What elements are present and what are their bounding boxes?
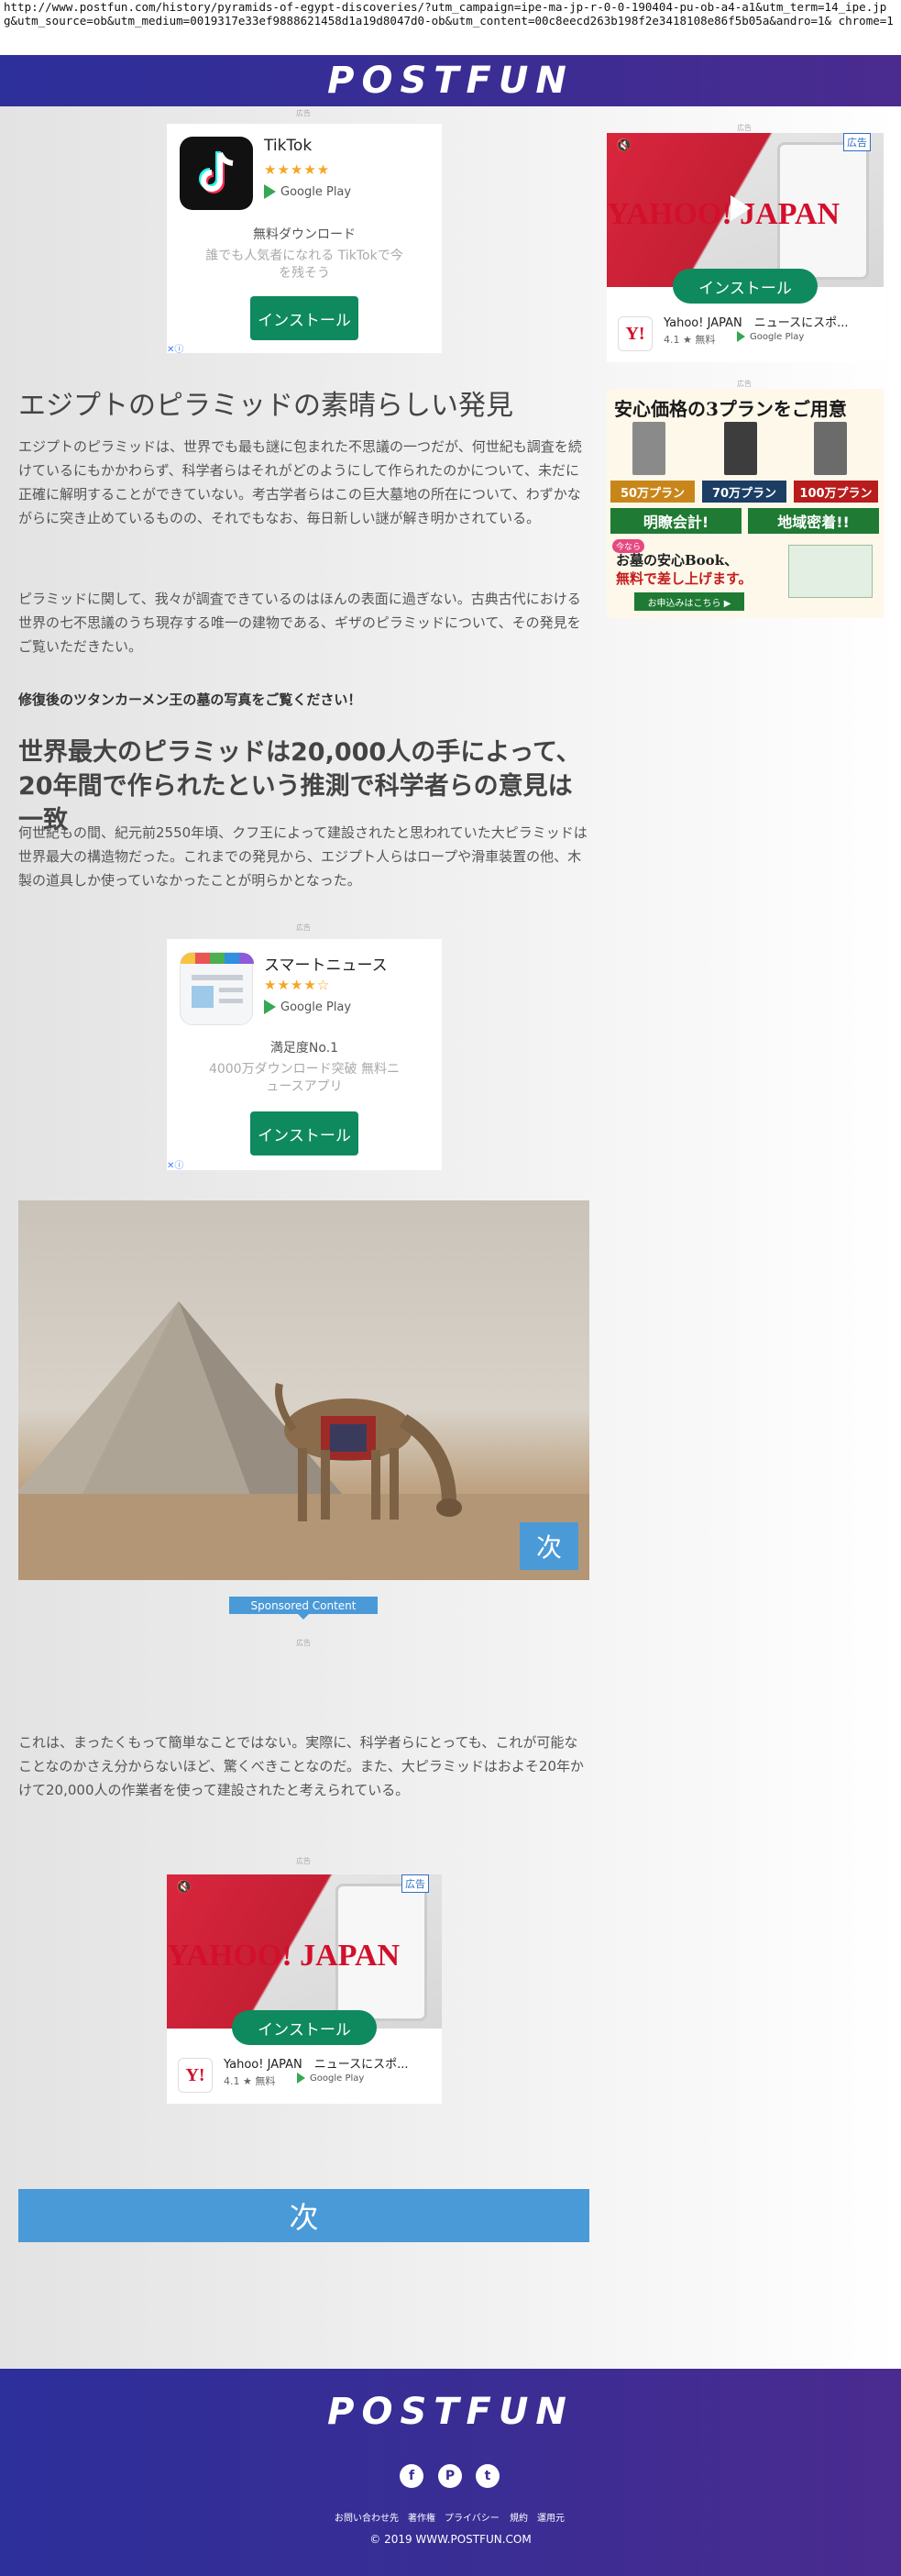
twitter-icon[interactable]: t bbox=[476, 2464, 500, 2488]
ad-copy: お墓の安心Book、 bbox=[616, 552, 739, 569]
yahoo-logo: YAHOO! JAPAN bbox=[167, 1939, 401, 1973]
google-play-label: Google Play bbox=[280, 1000, 352, 1014]
image-block bbox=[192, 986, 214, 1008]
apply-button[interactable]: お申込みはこちら ▶ bbox=[634, 592, 744, 611]
ad-app-name: スマートニュース bbox=[264, 956, 388, 975]
facebook-icon[interactable]: f bbox=[400, 2464, 423, 2488]
tiktok-ad[interactable]: TikTok ★★★★★ Google Play 無料ダウンロード 誰でも人気者… bbox=[167, 124, 442, 353]
ad-copy: 無料で差し上げます。 bbox=[616, 570, 753, 587]
gravestone-image bbox=[814, 422, 847, 475]
rating-stars: ★★★★★ bbox=[264, 161, 331, 178]
site-header: POSTFUN bbox=[0, 55, 901, 106]
video-frame: YAHOO! JAPAN 🔇 広告 bbox=[607, 133, 884, 287]
site-logo[interactable]: POSTFUN bbox=[327, 60, 574, 102]
text-line bbox=[192, 975, 243, 980]
google-play-badge: Google Play bbox=[737, 331, 804, 342]
ad-app-name: Yahoo! JAPAN ニュースにスポ... bbox=[664, 316, 849, 330]
pinterest-icon[interactable]: P bbox=[438, 2464, 462, 2488]
grave-plan-ad[interactable]: 安心価格の3プランをご用意 50万プラン 70万プラン 100万プラン 明瞭会計… bbox=[607, 389, 884, 618]
play-icon[interactable] bbox=[731, 195, 751, 221]
yahoo-video-ad[interactable]: YAHOO! JAPAN 🔇 広告 インストール Y! Yahoo! JAPAN… bbox=[607, 133, 884, 362]
install-button[interactable]: インストール bbox=[673, 269, 818, 304]
mute-icon[interactable]: 🔇 bbox=[176, 1880, 192, 1895]
ad-headline: 安心価格の3プランをご用意 bbox=[614, 398, 847, 420]
install-button[interactable]: インストール bbox=[232, 2010, 377, 2045]
rating-stars: ★★★★☆ bbox=[264, 977, 331, 993]
google-play-icon bbox=[264, 184, 276, 199]
ad-badge: 広告 bbox=[401, 1874, 429, 1893]
ad-label: 広告 bbox=[737, 124, 752, 132]
footer-link-terms[interactable]: 規約 bbox=[510, 2510, 528, 2524]
smartnews-app-icon bbox=[180, 952, 254, 1025]
article-subheading-link[interactable]: 修復後のツタンカーメン王の墓の写真をご覧ください！ bbox=[18, 690, 361, 709]
ad-badge: 広告 bbox=[843, 133, 871, 151]
google-play-label: Google Play bbox=[750, 331, 805, 342]
google-play-icon bbox=[297, 2073, 305, 2084]
google-play-badge: Google Play bbox=[264, 184, 351, 199]
google-play-icon bbox=[264, 1000, 276, 1014]
google-play-badge: Google Play bbox=[297, 2073, 364, 2084]
ad-subtitle: 満足度No.1 bbox=[269, 1041, 339, 1056]
sponsored-content-label: Sponsored Content bbox=[229, 1597, 378, 1620]
footer-link-privacy[interactable]: プライバシー bbox=[445, 2510, 500, 2524]
ad-description: 4000万ダウンロード突破 無料ニュースアプリ bbox=[208, 1062, 401, 1094]
yahoo-logo: YAHOO! JAPAN bbox=[607, 197, 841, 231]
tiktok-app-icon bbox=[180, 137, 253, 210]
brochure-image bbox=[788, 545, 873, 598]
address-bar-url[interactable]: http://www.postfun.com/history/pyramids-… bbox=[0, 0, 901, 55]
ad-subtitle: 無料ダウンロード bbox=[253, 227, 356, 242]
plan-badge: 70万プラン bbox=[702, 481, 786, 503]
plan-badge: 100万プラン bbox=[794, 481, 878, 503]
footer-logo[interactable]: POSTFUN bbox=[0, 2391, 901, 2433]
article-image bbox=[18, 1200, 589, 1580]
next-page-button[interactable]: 次 bbox=[520, 1522, 578, 1570]
google-play-label: Google Play bbox=[280, 184, 352, 199]
adchoices-icon[interactable]: ✕ⓘ bbox=[167, 341, 183, 355]
article-paragraph: これは、まったくもって簡単なことではない。実際に、科学者らにとっても、これが可能… bbox=[18, 1734, 584, 1798]
install-button[interactable]: インストール bbox=[250, 1111, 358, 1155]
google-play-label: Google Play bbox=[310, 2073, 365, 2084]
ad-app-name: TikTok bbox=[264, 137, 313, 155]
ad-label: 広告 bbox=[737, 380, 752, 388]
footer-link-operator[interactable]: 運用元 bbox=[537, 2510, 565, 2524]
plan-badge: 50万プラン bbox=[610, 481, 695, 503]
yahoo-app-icon: Y! bbox=[178, 2058, 213, 2093]
article-paragraph: 何世紀もの間、紀元前2550年頃、クフ王によって建設されたと思われていた大ピラミ… bbox=[18, 824, 588, 889]
article-paragraph: エジプトのピラミッドは、世界でも最も謎に包まれた不思議の一つだが、何世紀も調査を… bbox=[18, 438, 582, 526]
gravestone-image bbox=[724, 422, 757, 475]
google-play-badge: Google Play bbox=[264, 1000, 351, 1014]
next-page-button[interactable]: 次 bbox=[18, 2189, 589, 2242]
smartnews-ad[interactable]: スマートニュース ★★★★☆ Google Play 満足度No.1 4000万… bbox=[167, 939, 442, 1170]
article-title: エジプトのピラミッドの素晴らしい発見 bbox=[18, 390, 513, 422]
text-line bbox=[219, 988, 243, 992]
feature-tag: 地域密着!! bbox=[748, 508, 879, 534]
video-frame: YAHOO! JAPAN 🔇 広告 bbox=[167, 1874, 442, 2029]
yahoo-app-icon: Y! bbox=[618, 316, 653, 351]
yahoo-video-ad[interactable]: YAHOO! JAPAN 🔇 広告 インストール Y! Yahoo! JAPAN… bbox=[167, 1874, 442, 2104]
ad-label: 広告 bbox=[296, 1639, 311, 1647]
app-rating: 4.1 ★ 無料 bbox=[664, 334, 716, 346]
ad-app-name: Yahoo! JAPAN ニュースにスポ... bbox=[224, 2058, 409, 2072]
ad-label: 広告 bbox=[296, 109, 311, 117]
google-play-icon bbox=[737, 331, 745, 342]
ad-description: 誰でも人気者になれる TikTokで今を残そう bbox=[205, 249, 403, 281]
article-paragraph: ピラミッドに関して、我々が調査できているのはほんの表面に過ぎない。古典古代におけ… bbox=[18, 591, 581, 655]
gravestone-image bbox=[632, 422, 665, 475]
ad-label: 広告 bbox=[296, 1857, 311, 1865]
footer-link-contact[interactable]: お問い合わせ先 bbox=[335, 2510, 399, 2524]
adchoices-icon[interactable]: ✕ⓘ bbox=[167, 1157, 183, 1171]
color-bar bbox=[181, 953, 254, 964]
feature-tag: 明瞭会計! bbox=[610, 508, 742, 534]
footer-link-copyright[interactable]: 著作権 bbox=[408, 2510, 435, 2524]
ad-label: 広告 bbox=[296, 923, 311, 932]
app-rating: 4.1 ★ 無料 bbox=[224, 2075, 276, 2087]
install-button[interactable]: インストール bbox=[250, 296, 358, 340]
copyright-notice: © 2019 WWW.POSTFUN.COM bbox=[369, 2533, 532, 2546]
text-line bbox=[219, 999, 243, 1003]
mute-icon[interactable]: 🔇 bbox=[616, 138, 632, 153]
